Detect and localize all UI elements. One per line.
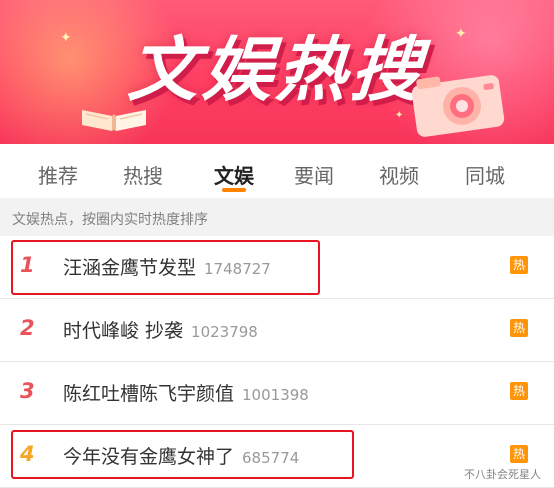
heat-count: 1023798 [191, 323, 258, 341]
tab-entertainment[interactable]: 文娱 [202, 160, 266, 189]
hot-badge: 热 [510, 382, 528, 400]
highlight-box [11, 430, 354, 479]
tab-video[interactable]: 视频 [367, 160, 431, 189]
tab-bar: 推荐 热搜 文娱 要闻 视频 同城 [0, 144, 554, 198]
active-tab-indicator [222, 188, 246, 192]
camera-icon [411, 75, 505, 137]
banner-title: 文娱热搜 [125, 29, 428, 111]
hot-topic-title[interactable]: 陈红吐槽陈飞宇颜值 1001398 [63, 379, 309, 406]
hot-topic-title[interactable]: 时代峰峻 抄袭 1023798 [63, 316, 258, 343]
watermark: 不八卦会死星人 [464, 468, 541, 481]
banner: ✦ ✦ ✦ 文娱热搜 [0, 0, 554, 144]
hot-badge: 热 [510, 319, 528, 337]
list-subheader: 文娱热点，按圈内实时热度排序 [0, 198, 554, 236]
subheader-text: 文娱热点，按圈内实时热度排序 [12, 212, 208, 228]
tab-recommend[interactable]: 推荐 [26, 160, 90, 189]
tab-local[interactable]: 同城 [453, 160, 517, 189]
rank-number: 3 [20, 379, 35, 403]
tab-news[interactable]: 要闻 [282, 160, 346, 189]
hot-badge: 热 [510, 445, 528, 463]
rank-number: 2 [20, 316, 35, 340]
list-item[interactable]: 2 时代峰峻 抄袭 1023798 热 [0, 299, 554, 362]
heat-count: 1001398 [242, 386, 309, 404]
tab-hot-search[interactable]: 热搜 [111, 160, 175, 189]
highlight-box [11, 240, 320, 295]
hot-badge: 热 [510, 256, 528, 274]
star-icon: ✦ [455, 26, 467, 42]
list-item[interactable]: 3 陈红吐槽陈飞宇颜值 1001398 热 [0, 362, 554, 425]
star-icon: ✦ [60, 30, 72, 46]
